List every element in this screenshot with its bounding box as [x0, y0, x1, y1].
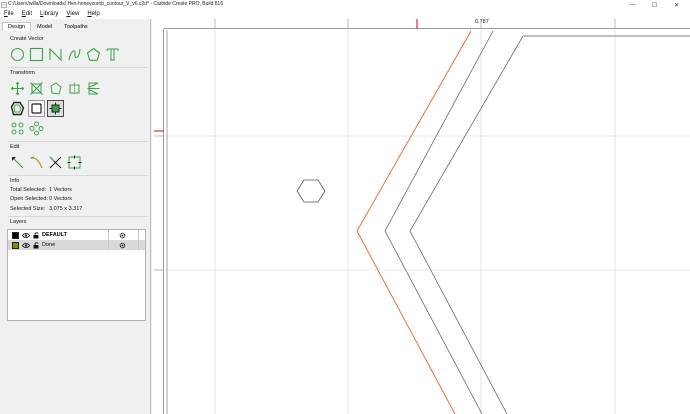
- info-heading: Info: [10, 178, 20, 184]
- minimize-button[interactable]: —: [624, 0, 641, 10]
- divider: [8, 175, 148, 176]
- layers-list: DEFAULT Done: [7, 229, 146, 321]
- layers-heading: Layers: [10, 219, 27, 225]
- rotate-icon[interactable]: [47, 80, 64, 97]
- tab-toolpaths[interactable]: Toolpaths: [58, 22, 94, 31]
- scale-icon[interactable]: [28, 80, 45, 97]
- rectangle-icon[interactable]: [28, 46, 45, 63]
- divider: [8, 67, 148, 68]
- offset-icon[interactable]: [9, 100, 26, 117]
- column-divider: [138, 240, 139, 250]
- edit-heading: Edit: [10, 144, 20, 150]
- node-edit-icon[interactable]: [9, 154, 26, 171]
- curve-icon[interactable]: [66, 46, 83, 63]
- eye-icon[interactable]: [22, 242, 30, 249]
- canvas-grid: [165, 30, 690, 414]
- trim-icon[interactable]: [47, 154, 64, 171]
- menu-view-label: iew: [70, 11, 80, 17]
- menu-view[interactable]: View: [62, 10, 83, 19]
- tab-model[interactable]: Model: [31, 22, 58, 31]
- app-icon: [1, 2, 7, 8]
- menu-help[interactable]: Help: [83, 10, 103, 19]
- layer-color-swatch[interactable]: [12, 232, 19, 239]
- column-divider: [108, 240, 109, 250]
- layer-color-swatch[interactable]: [12, 242, 19, 249]
- menu-library[interactable]: Library: [36, 10, 62, 19]
- ruler-ticks: [154, 19, 616, 271]
- design-panel: Design Model Toolpaths Create Vector Tra…: [0, 19, 151, 414]
- circle-icon[interactable]: [9, 46, 26, 63]
- move-icon[interactable]: [9, 80, 26, 97]
- panel-tabs: Design Model Toolpaths: [2, 22, 94, 31]
- layer-row-default[interactable]: DEFAULT: [8, 230, 145, 240]
- boolean-union-icon[interactable]: [28, 100, 45, 117]
- menu-edit[interactable]: Edit: [18, 10, 36, 19]
- design-canvas[interactable]: 0.787: [152, 19, 690, 414]
- column-divider: [108, 230, 109, 240]
- menu-bar: File Edit Library View Help: [0, 10, 690, 19]
- layer-name: Done: [42, 242, 56, 248]
- join-icon[interactable]: [66, 154, 83, 171]
- layer-row-done[interactable]: Done: [8, 240, 145, 250]
- selected-size-row: Selected Size: 3.075 x 3.317: [10, 206, 82, 212]
- selected-size-value: 3.075 x 3.317: [49, 206, 83, 212]
- window-title: C:/Users/willa/Downloads/ Hex-honeycomb_…: [8, 1, 224, 7]
- mirror-icon[interactable]: [85, 80, 102, 97]
- hexagon-vector[interactable]: [296, 179, 326, 203]
- total-selected-label: Total Selected:: [10, 187, 47, 193]
- transform-toolbar-2: [9, 100, 64, 117]
- divider: [8, 141, 148, 142]
- polygon-icon[interactable]: [85, 46, 102, 63]
- close-button[interactable]: ✕: [668, 0, 685, 10]
- gear-icon[interactable]: [119, 232, 126, 239]
- column-divider: [138, 230, 139, 240]
- create-vector-toolbar: [9, 46, 121, 63]
- unlock-icon[interactable]: [33, 242, 40, 249]
- total-selected-row: Total Selected: 1 Vectors: [10, 187, 72, 193]
- maximize-button[interactable]: ☐: [646, 0, 663, 10]
- circular-pattern-icon[interactable]: [9, 120, 26, 137]
- curve-edit-icon[interactable]: [28, 154, 45, 171]
- layer-name: DEFAULT: [42, 232, 67, 238]
- tab-design[interactable]: Design: [2, 22, 32, 31]
- menu-edit-label: dit: [25, 11, 33, 17]
- open-selected-value: 0 Vectors: [49, 196, 72, 202]
- menu-library-label: ibrary: [43, 11, 59, 17]
- boolean-subtract-icon[interactable]: [47, 100, 64, 117]
- edit-toolbar: [9, 154, 83, 171]
- gear-icon[interactable]: [119, 242, 126, 249]
- total-selected-value: 1 Vectors: [49, 187, 72, 193]
- menu-help-label: elp: [91, 11, 100, 17]
- eye-icon[interactable]: [22, 232, 30, 239]
- open-selected-label: Open Selected:: [10, 196, 48, 202]
- selected-size-label: Selected Size:: [10, 206, 46, 212]
- unlock-icon[interactable]: [33, 232, 40, 239]
- grid-pattern-icon[interactable]: [28, 120, 45, 137]
- transform-toolbar-3: [9, 120, 45, 137]
- transform-toolbar-1: [9, 80, 102, 97]
- open-selected-row: Open Selected: 0 Vectors: [10, 196, 72, 202]
- text-icon[interactable]: [104, 46, 121, 63]
- polyline-icon[interactable]: [47, 46, 64, 63]
- selected-contour-vector[interactable]: [356, 30, 472, 414]
- title-bar: C:/Users/willa/Downloads/ Hex-honeycomb_…: [0, 0, 690, 10]
- align-icon[interactable]: [66, 80, 83, 97]
- menu-file-label: ile: [7, 11, 14, 17]
- menu-file[interactable]: File: [0, 10, 18, 19]
- divider: [8, 216, 148, 217]
- canvas-drawing[interactable]: [152, 19, 690, 414]
- create-vector-heading: Create Vector: [10, 36, 44, 42]
- transform-heading: Transform: [10, 70, 35, 76]
